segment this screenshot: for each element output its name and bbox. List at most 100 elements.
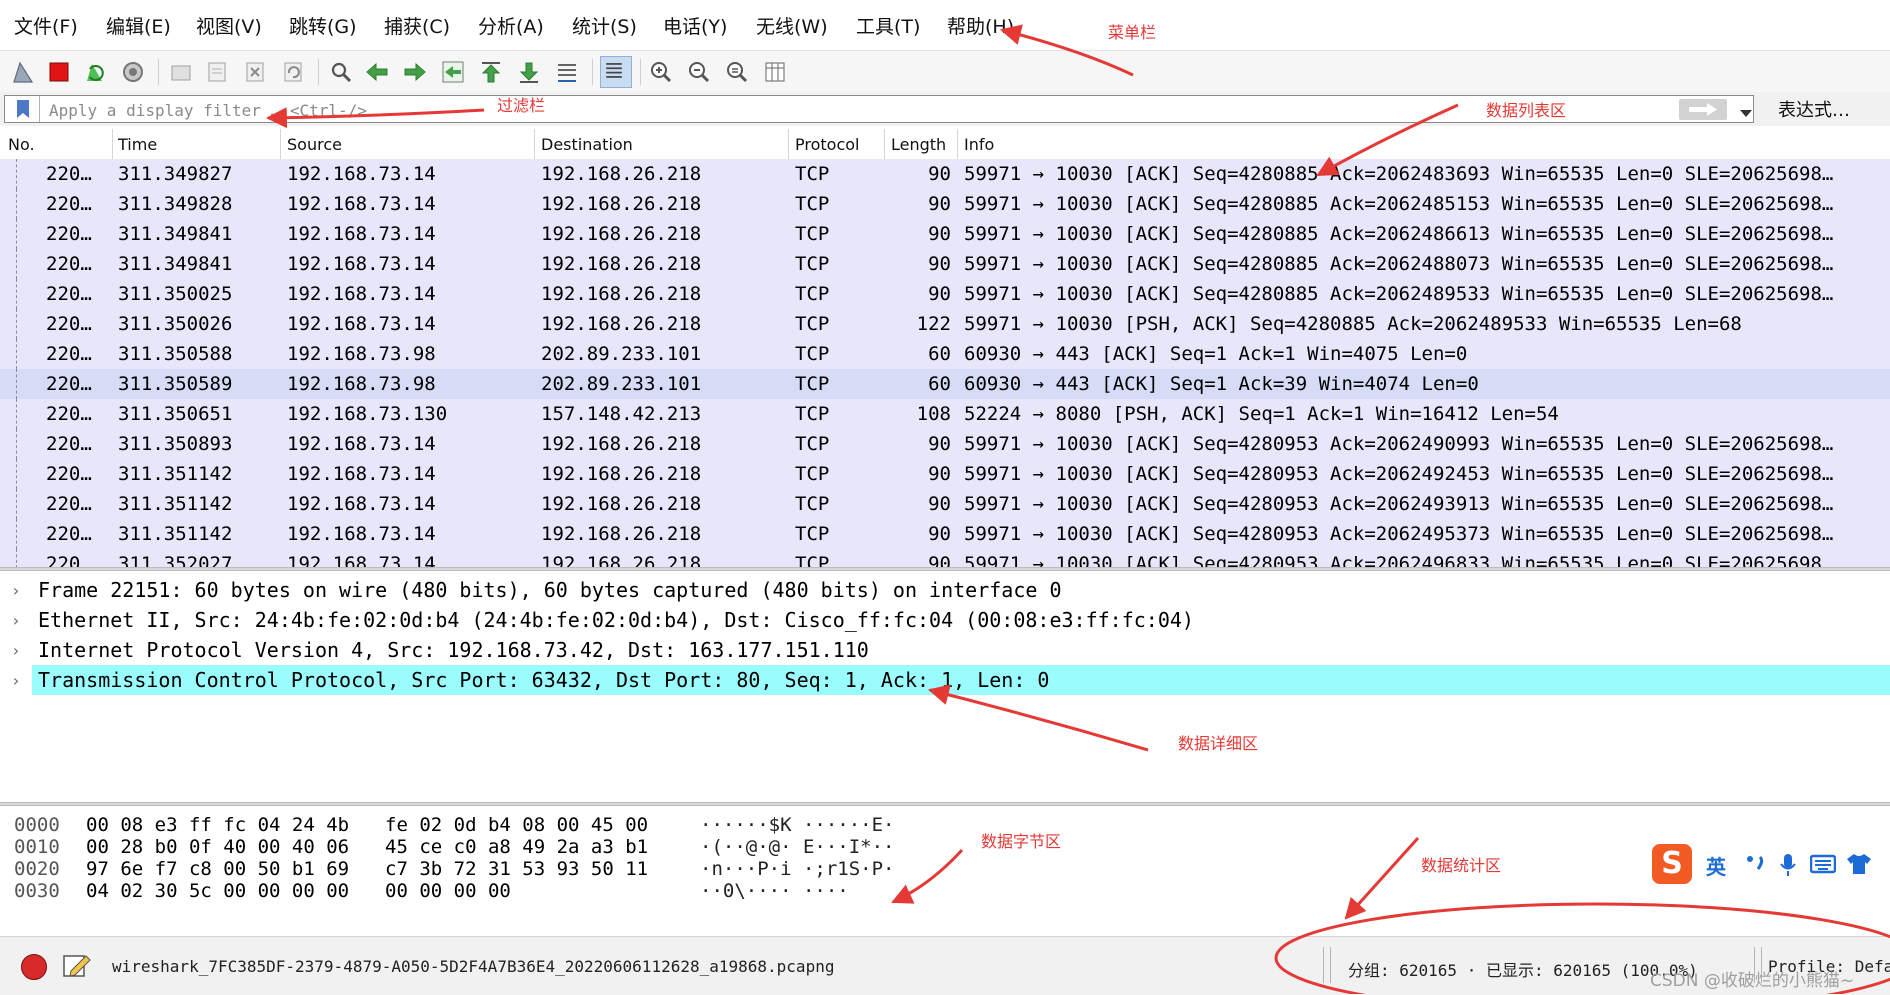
packet-row[interactable]: 220… 311.351142 192.168.73.14 192.168.26.21… <box>0 459 1890 489</box>
detail-tree-item[interactable]: › Ethernet II, Src: 24:4b:fe:02:0d:b4 (24… <box>0 605 1890 635</box>
packet-row[interactable]: 220… 311.349841 192.168.73.14 192.168.26.21… <box>0 219 1890 249</box>
skin-shirt-icon[interactable] <box>1846 853 1872 879</box>
ime-language-toggle[interactable]: 英 <box>1706 851 1726 880</box>
bookmark-icon[interactable] <box>15 99 31 123</box>
byte-offset[interactable]: 0000 <box>14 814 60 836</box>
ascii-bytes[interactable]: ·(··@·@· E···I*·· <box>700 836 894 858</box>
menu-wireless[interactable]: 无线(W) <box>756 12 828 39</box>
go-forward-icon[interactable] <box>402 59 428 85</box>
menu-file[interactable]: 文件(F) <box>14 12 78 39</box>
ime-logo-icon[interactable]: S <box>1652 844 1692 884</box>
hex-bytes[interactable]: 00 08 e3 ff fc 04 24 4b <box>86 814 349 836</box>
packet-time: 311.350893 <box>118 433 233 455</box>
packet-row[interactable]: 220… 311.350026 192.168.73.14 192.168.26.21… <box>0 309 1890 339</box>
packet-list-header: No. Time Source Destination Protocol Len… <box>0 129 1890 160</box>
packet-row[interactable]: 220… 311.350588 192.168.73.98 202.89.233.10… <box>0 339 1890 369</box>
apply-filter-button[interactable] <box>1679 99 1727 120</box>
hex-bytes[interactable]: fe 02 0d b4 08 00 45 00 <box>385 814 648 836</box>
menu-telephony[interactable]: 电话(Y) <box>663 12 727 39</box>
shark-fin-start-icon[interactable] <box>10 59 36 85</box>
chevron-down-icon[interactable] <box>1739 104 1753 123</box>
menu-statistics[interactable]: 统计(S) <box>572 12 637 39</box>
pane-splitter[interactable] <box>0 567 1890 571</box>
go-to-packet-icon[interactable] <box>440 59 466 85</box>
close-file-icon[interactable] <box>242 59 268 85</box>
packet-row[interactable]: 220… 311.349828 192.168.73.14 192.168.26.21… <box>0 189 1890 219</box>
packet-destination: 192.168.26.218 <box>541 193 702 215</box>
byte-offset[interactable]: 0020 <box>14 858 60 880</box>
hex-bytes[interactable]: 00 28 b0 0f 40 00 40 06 <box>86 836 349 858</box>
hex-bytes[interactable]: 45 ce c0 a8 49 2a a3 b1 <box>385 836 648 858</box>
keyboard-icon[interactable] <box>1809 853 1837 879</box>
ascii-bytes[interactable]: ······$K ······E· <box>700 814 894 836</box>
column-header-info[interactable]: Info <box>964 135 994 154</box>
menu-edit[interactable]: 编辑(E) <box>106 12 171 39</box>
packet-row[interactable]: 220… 311.349827 192.168.73.14 192.168.26.21… <box>0 159 1890 189</box>
menu-help[interactable]: 帮助(H) <box>947 12 1014 39</box>
packet-destination: 192.168.26.218 <box>541 163 702 185</box>
column-header-protocol[interactable]: Protocol <box>795 135 859 154</box>
detail-text: Ethernet II, Src: 24:4b:fe:02:0d:b4 (24:… <box>38 608 1194 632</box>
zoom-in-icon[interactable] <box>648 59 674 85</box>
tree-connector <box>16 339 18 369</box>
column-header-no[interactable]: No. <box>8 135 35 154</box>
hex-bytes[interactable]: c7 3b 72 31 53 93 50 11 <box>385 858 648 880</box>
capture-options-icon[interactable] <box>120 59 146 85</box>
chevron-right-icon[interactable]: › <box>11 641 21 660</box>
packet-info: 59971 → 10030 [PSH, ACK] Seq=4280885 Ack… <box>964 313 1742 335</box>
menu-view[interactable]: 视图(V) <box>196 12 262 39</box>
packet-length: 90 <box>928 283 951 305</box>
chevron-right-icon[interactable]: › <box>11 671 21 690</box>
microphone-icon[interactable] <box>1778 853 1798 881</box>
menu-capture[interactable]: 捕获(C) <box>384 12 450 39</box>
resize-columns-icon[interactable] <box>762 59 788 85</box>
byte-offset[interactable]: 0030 <box>14 880 60 902</box>
expert-info-icon[interactable] <box>21 954 47 980</box>
chevron-right-icon[interactable]: › <box>11 581 21 600</box>
hex-bytes[interactable]: 97 6e f7 c8 00 50 b1 69 <box>86 858 349 880</box>
zoom-normal-icon[interactable] <box>724 59 750 85</box>
restart-capture-icon[interactable] <box>82 59 108 85</box>
ascii-bytes[interactable]: ·n···P·i ·;r1S·P· <box>700 858 894 880</box>
expression-button[interactable]: 表达式… <box>1778 96 1850 122</box>
column-header-length[interactable]: Length <box>891 135 946 154</box>
packet-row[interactable]: 220… 311.350651 192.168.73.130 157.148.42.2… <box>0 399 1890 429</box>
find-packet-icon[interactable] <box>328 59 354 85</box>
stop-capture-icon[interactable] <box>46 59 72 85</box>
go-last-icon[interactable] <box>516 59 542 85</box>
detail-tree-item[interactable]: › Frame 22151: 60 bytes on wire (480 bits… <box>0 575 1890 605</box>
packet-row[interactable]: 220… 311.350893 192.168.73.14 192.168.26.21… <box>0 429 1890 459</box>
packet-row[interactable]: 220… 311.351142 192.168.73.14 192.168.26.21… <box>0 489 1890 519</box>
packet-row[interactable]: 220… 311.349841 192.168.73.14 192.168.26.21… <box>0 249 1890 279</box>
menu-tools[interactable]: 工具(T) <box>856 12 920 39</box>
zoom-out-icon[interactable] <box>686 59 712 85</box>
column-header-destination[interactable]: Destination <box>541 135 633 154</box>
pane-splitter[interactable] <box>0 802 1890 806</box>
save-file-icon[interactable] <box>204 59 230 85</box>
go-back-icon[interactable] <box>364 59 390 85</box>
capture-comment-icon[interactable] <box>62 952 92 984</box>
colorize-icon[interactable] <box>600 56 632 88</box>
column-header-time[interactable]: Time <box>118 135 157 154</box>
go-first-icon[interactable] <box>478 59 504 85</box>
detail-tree-item[interactable]: › Internet Protocol Version 4, Src: 192.1… <box>0 635 1890 665</box>
byte-offset[interactable]: 0010 <box>14 836 60 858</box>
open-file-icon[interactable] <box>168 59 194 85</box>
display-filter-input[interactable] <box>47 99 1471 121</box>
ascii-bytes[interactable]: ··0\···· ···· <box>700 880 849 902</box>
packet-list: No. Time Source Destination Protocol Len… <box>0 129 1890 567</box>
packet-row[interactable]: 220… 311.350589 192.168.73.98 202.89.233.10… <box>0 369 1890 399</box>
hex-bytes[interactable]: 00 00 00 00 <box>385 880 511 902</box>
menu-analyze[interactable]: 分析(A) <box>478 12 544 39</box>
detail-tree-item[interactable]: › Transmission Control Protocol, Src Port… <box>0 665 1890 695</box>
column-header-source[interactable]: Source <box>287 135 342 154</box>
menu-go[interactable]: 跳转(G) <box>289 12 357 39</box>
packet-row[interactable]: 220… 311.352027 192.168.73.14 192.168.26.21… <box>0 549 1890 567</box>
punctuation-icon[interactable] <box>1744 853 1768 879</box>
packet-row[interactable]: 220… 311.350025 192.168.73.14 192.168.26.21… <box>0 279 1890 309</box>
chevron-right-icon[interactable]: › <box>11 611 21 630</box>
auto-scroll-icon[interactable] <box>554 59 580 85</box>
hex-bytes[interactable]: 04 02 30 5c 00 00 00 00 <box>86 880 349 902</box>
packet-row[interactable]: 220… 311.351142 192.168.73.14 192.168.26.21… <box>0 519 1890 549</box>
reload-file-icon[interactable] <box>280 59 306 85</box>
